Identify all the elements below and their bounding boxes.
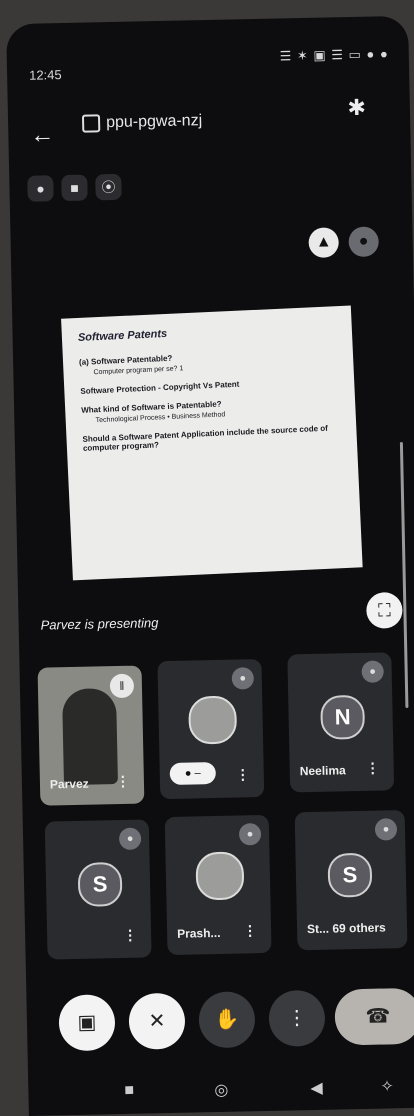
participant-name: St... 69 others [306,920,386,937]
mic-off-icon: ● [374,818,398,841]
participant-tile[interactable]: ● S St... 69 others [294,810,408,951]
participant-tile[interactable]: ● S ⋮ [44,819,152,960]
end-call-button[interactable]: ☎ [334,987,414,1046]
meeting-code[interactable]: ppu-pgwa-nzj [81,112,203,133]
scrollbar[interactable] [399,441,409,708]
system-navbar: ■ ◎ ◀ ✧ [28,1076,414,1114]
mute-presenter-icon[interactable]: ● [348,226,379,258]
mic-off-icon[interactable]: ✕ [128,992,186,1050]
participant-name: Prash... [176,925,221,941]
top-actions: ▲ ● [308,226,379,258]
copy-icon [81,114,101,133]
assistant-icon[interactable]: ✧ [380,1076,394,1096]
mic-off-icon: ● [118,827,142,851]
call-controls: ▣ ✕ ✋ ⋮ ☎ [48,987,414,1055]
quick-chips: ● ■ ⦿ [27,173,122,202]
slide-line: Software Protection - Copyright Vs Paten… [80,379,240,396]
participant-photo [61,688,118,786]
participant-avatar: S [77,861,123,907]
participant-name: Neelima [299,763,346,779]
slide-title: Software Patents [77,327,168,344]
participant-avatar [188,695,238,745]
meeting-code-text: ppu-pgwa-nzj [105,112,203,132]
layout-icon[interactable]: ■ [61,174,88,202]
more-options-icon[interactable]: ⋮ [116,773,130,790]
more-options-icon[interactable]: ⋮ [236,766,250,783]
fullscreen-icon[interactable]: ⛶ [366,592,403,629]
recents-icon[interactable]: ■ [124,1082,134,1100]
more-options-icon[interactable]: ⋮ [123,927,137,944]
camera-switch-icon[interactable]: ● [27,175,54,202]
participant-name: Parvez [49,776,89,792]
status-icons: ☰ ✶ ▣ ☰ ▭ ● ● [279,46,389,64]
slide-line: Should a Software Patent Application inc… [82,423,329,453]
mic-off-icon: ● [238,823,262,846]
participant-avatar: N [320,694,366,740]
pin-icon[interactable]: ▲ [308,227,339,258]
participant-avatar [195,851,245,901]
more-icon[interactable]: ⋮ [268,989,326,1047]
presenting-label: Parvez is presenting [40,615,159,633]
participant-tile[interactable]: ● Prash... ⋮ [164,814,272,956]
participant-tile[interactable]: ● N Neelima ⋮ [287,652,395,793]
captions-icon[interactable]: ⦿ [95,173,122,201]
phone-screen: 12:45 ☰ ✶ ▣ ☰ ▭ ● ● ← ppu-pgwa-nzj ✱ ● ■… [6,15,414,1116]
participant-tile[interactable]: ‖ Parvez ⋮ [37,665,145,806]
more-options-icon[interactable]: ⋮ [366,760,380,777]
back-icon[interactable]: ◀ [310,1078,323,1098]
participant-avatar: S [327,852,373,898]
shared-slide: Software Patents (a) Software Patentable… [61,305,363,581]
speaking-indicator-icon: ‖ [109,673,135,699]
status-time: 12:45 [28,67,62,83]
more-options-icon[interactable]: ⋮ [243,922,257,939]
mic-pill[interactable]: ● – [169,761,217,785]
back-arrow-icon[interactable]: ← [30,121,55,149]
participant-tile[interactable]: ● ● – ⋮ [157,659,265,800]
present-icon[interactable]: ▣ [58,994,116,1052]
status-bar: 12:45 ☰ ✶ ▣ ☰ ▭ ● ● [28,46,389,88]
meeting-header: ← ppu-pgwa-nzj ✱ [8,95,411,156]
home-icon[interactable]: ◎ [214,1080,228,1100]
mic-off-icon: ● [361,660,384,683]
mic-off-icon: ● [231,667,255,690]
bluetooth-icon[interactable]: ✱ [347,95,366,121]
raise-hand-icon[interactable]: ✋ [198,991,256,1049]
